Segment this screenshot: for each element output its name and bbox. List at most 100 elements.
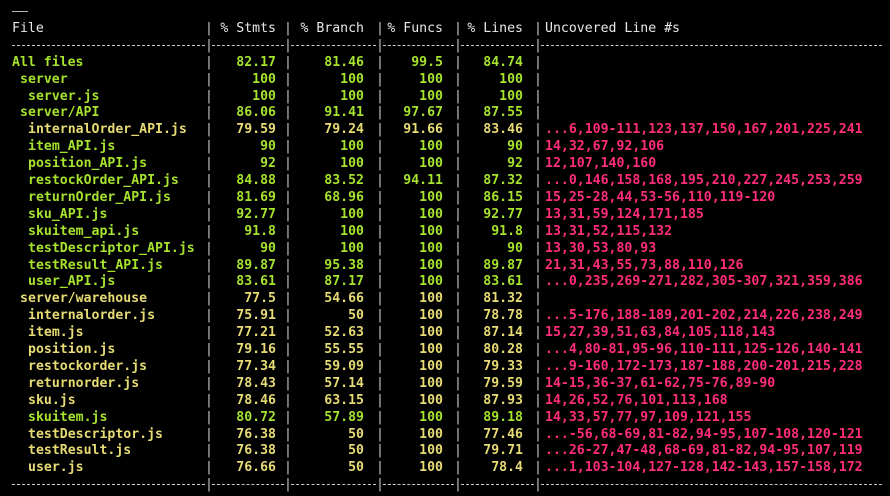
- stmts-value: 79.16: [236, 342, 276, 357]
- funcs-value: 100: [419, 392, 443, 408]
- column-separator: |: [376, 105, 384, 121]
- column-separator: |: [454, 240, 462, 256]
- branch-value: 95.38: [324, 257, 364, 273]
- funcs-value: 100: [419, 88, 443, 104]
- file-name: position.js: [28, 342, 116, 357]
- rule-segment: [212, 44, 284, 46]
- column-separator: |: [454, 342, 462, 357]
- column-separator: |: [284, 88, 292, 104]
- column-separator: |: [376, 156, 384, 172]
- branch-value: 50: [348, 460, 364, 476]
- column-separator: |: [454, 325, 462, 341]
- column-separator: |: [534, 122, 542, 138]
- column-separator: |: [284, 54, 292, 70]
- column-separator: |: [205, 426, 213, 442]
- funcs-value: 100: [419, 308, 443, 324]
- table-row: testDescriptor_API.js 90 100 100 90 13,30,53,…: [12, 240, 882, 257]
- column-separator: |: [376, 308, 384, 324]
- column-separator: |: [376, 291, 384, 307]
- stmts-value: 100: [252, 88, 276, 104]
- column-separator: |: [284, 206, 292, 222]
- funcs-value: 100: [419, 274, 443, 290]
- column-separator: |: [376, 71, 384, 87]
- stmts-value: 76.38: [236, 443, 276, 459]
- branch-value: 55.55: [324, 342, 364, 357]
- header-rule: | | | | |: [12, 37, 882, 54]
- stmts-value: 77.5: [244, 291, 276, 307]
- file-name: server.js: [28, 88, 100, 104]
- lines-value: 78.4: [491, 460, 523, 476]
- header-funcs: % Funcs: [387, 20, 443, 36]
- header-branch: % Branch: [300, 20, 364, 36]
- column-separator: |: [205, 156, 213, 172]
- column-separator: |: [376, 189, 384, 205]
- column-separator: |: [454, 460, 462, 476]
- rule-segment: [212, 484, 284, 486]
- column-separator: |: [284, 156, 292, 172]
- column-separator: |: [534, 156, 542, 172]
- column-separator: |: [376, 325, 384, 341]
- funcs-value: 100: [419, 325, 443, 341]
- column-separator: |: [454, 477, 462, 493]
- stmts-value: 92.77: [236, 206, 276, 222]
- column-separator: |: [205, 409, 213, 425]
- column-separator: |: [454, 156, 462, 172]
- lines-value: 87.93: [483, 392, 523, 408]
- terminal-window[interactable]: —— File % Stmts % Branch % Funcs % Lines Uncov…: [0, 0, 890, 496]
- column-separator: |: [534, 375, 542, 391]
- stmts-value: 84.88: [236, 173, 276, 188]
- column-separator: |: [284, 139, 292, 155]
- funcs-value: 91.66: [403, 122, 443, 138]
- branch-value: 59.09: [324, 358, 364, 374]
- branch-value: 79.24: [324, 122, 364, 138]
- stmts-value: 75.91: [236, 308, 276, 324]
- column-separator: |: [454, 105, 462, 121]
- stmts-value: 82.17: [236, 54, 276, 70]
- column-separator: |: [534, 358, 542, 374]
- table-row: internalorder.js 75.91 50 100 78.78 ...5-176,…: [12, 307, 882, 324]
- funcs-value: 100: [419, 206, 443, 222]
- column-separator: |: [534, 206, 542, 222]
- funcs-value: 100: [419, 139, 443, 155]
- column-separator: |: [205, 139, 213, 155]
- column-separator: |: [205, 358, 213, 374]
- column-separator: |: [454, 274, 462, 290]
- column-separator: |: [534, 325, 542, 341]
- uncovered-lines: ...6,109-111,123,137,150,167,201,225,241: [545, 122, 863, 138]
- column-separator: |: [376, 54, 384, 70]
- funcs-value: 99.5: [411, 54, 443, 70]
- column-separator: |: [284, 308, 292, 324]
- funcs-value: 100: [419, 291, 443, 307]
- column-separator: |: [284, 173, 292, 188]
- table-row: position.js 79.16 55.55 100 80.28 ...4,80-81,…: [12, 341, 882, 358]
- file-name: returnOrder_API.js: [28, 189, 171, 205]
- column-separator: |: [376, 358, 384, 374]
- table-row: restockOrder_API.js 84.88 83.52 94.11 87.32.…: [12, 172, 882, 189]
- column-separator: |: [284, 105, 292, 121]
- uncovered-lines: ...0,235,269-271,282,305-307,321,359,386: [545, 274, 863, 290]
- table-row: returnorder.js 78.43 57.14 100 79.59 14-15,36…: [12, 375, 882, 392]
- stmts-value: 81.69: [236, 189, 276, 205]
- file-name: item_API.js: [28, 139, 116, 155]
- column-separator: |: [284, 20, 292, 36]
- column-separator: |: [454, 71, 462, 87]
- file-name: testResult_API.js: [28, 257, 163, 273]
- column-separator: |: [284, 122, 292, 138]
- file-name: All files: [12, 54, 84, 70]
- column-separator: |: [376, 460, 384, 476]
- column-separator: |: [284, 257, 292, 273]
- column-separator: |: [284, 325, 292, 341]
- lines-value: 81.32: [483, 291, 523, 307]
- column-separator: |: [205, 54, 213, 70]
- stmts-value: 89.87: [236, 257, 276, 273]
- column-separator: |: [284, 342, 292, 357]
- lines-value: 77.46: [483, 426, 523, 442]
- column-separator: |: [376, 375, 384, 391]
- column-separator: |: [284, 375, 292, 391]
- file-name: sku.js: [28, 392, 76, 408]
- rule-segment: [541, 44, 882, 46]
- stmts-value: 90: [260, 139, 276, 155]
- file-name: restockorder.js: [28, 358, 148, 374]
- column-separator: |: [284, 460, 292, 476]
- table-row: All files 82.17 81.46 99.5 84.74 | | | | |: [12, 54, 882, 71]
